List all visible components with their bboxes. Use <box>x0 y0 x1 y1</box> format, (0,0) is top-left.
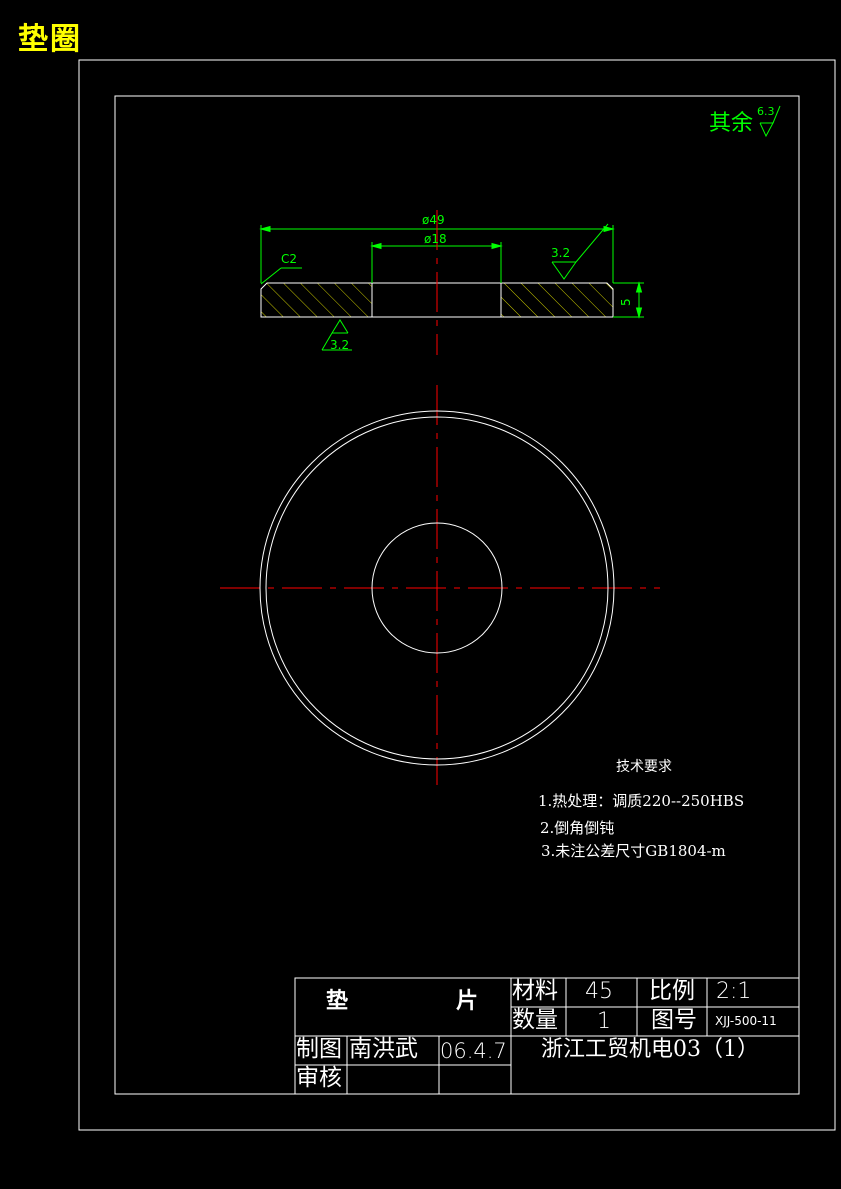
part-name-char-1: 垫 <box>326 989 349 1014</box>
dim-thickness: 5 <box>619 298 633 306</box>
material-label: 材料 <box>512 978 558 1004</box>
quantity-value: 1 <box>597 1009 611 1034</box>
surface-finish-label: 其余 <box>709 111 754 136</box>
tech-requirement-1: 1.热处理：调质220--250HBS <box>538 792 745 810</box>
tech-requirement-2: 2.倒角倒钝 <box>540 819 615 837</box>
drawing-canvas <box>78 59 836 1131</box>
drawing-no-label: 图号 <box>651 1007 697 1033</box>
scale-value: 2:1 <box>716 979 752 1004</box>
roughness-top-value: 3.2 <box>551 246 571 260</box>
material-value: 45 <box>585 979 613 1004</box>
dim-chamfer: C2 <box>281 252 298 266</box>
dim-inner-diameter: ø18 <box>424 232 447 246</box>
roughness-bottom-value: 3.2 <box>330 338 350 352</box>
organization-name: 浙江工贸机电03（1） <box>541 1037 759 1062</box>
scale-label: 比例 <box>649 978 695 1004</box>
dim-outer-diameter: ø49 <box>422 213 445 227</box>
outer-frame <box>78 59 836 1131</box>
tech-requirement-3: 3.未注公差尺寸GB1804-m <box>541 842 726 860</box>
surface-finish-value: 6.3 <box>757 105 775 118</box>
quantity-label: 数量 <box>512 1007 558 1033</box>
drawn-date: 06.4.7 <box>440 1039 507 1063</box>
drawn-by-label: 制图 <box>296 1036 342 1062</box>
review-label: 审核 <box>296 1065 342 1091</box>
tech-requirements-heading: 技术要求 <box>616 759 672 775</box>
part-name-char-2: 片 <box>456 989 479 1014</box>
drawing-no-value: XJJ-500-11 <box>715 1014 777 1028</box>
drawn-by-name: 南洪武 <box>349 1036 418 1062</box>
